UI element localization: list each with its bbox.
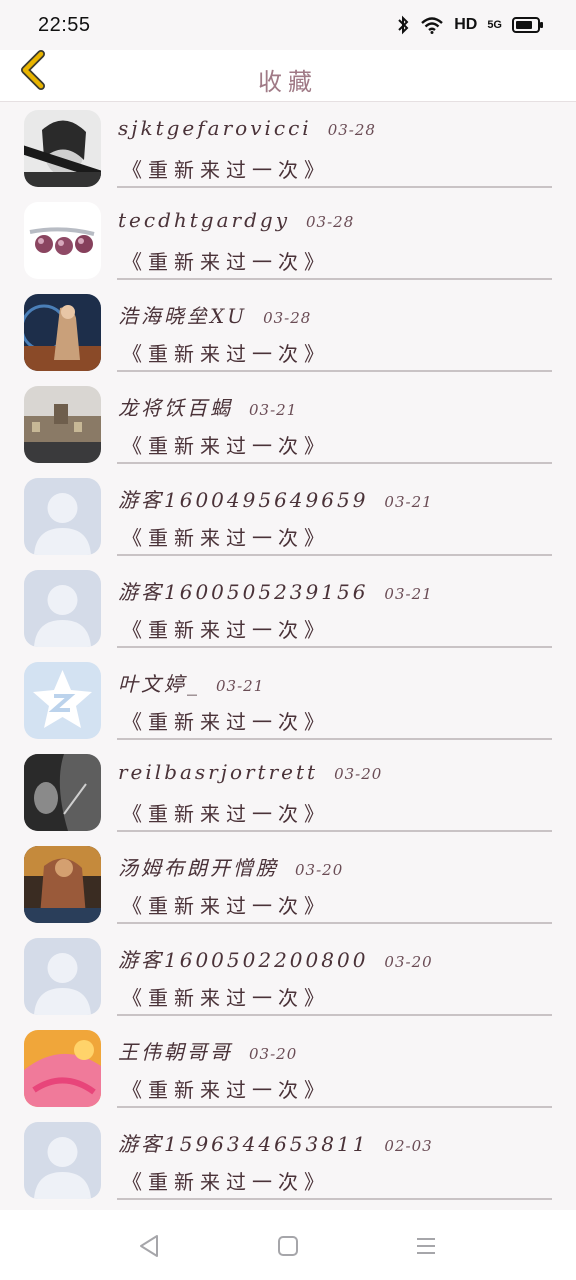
- item-username: 龙将饫百蝎: [118, 396, 233, 420]
- item-title: 《重新来过一次》: [122, 894, 330, 918]
- nav-menu-button[interactable]: [412, 1232, 440, 1260]
- nav-home-button[interactable]: [274, 1232, 302, 1260]
- item-title: 《重新来过一次》: [122, 618, 330, 642]
- divider: [117, 922, 552, 924]
- item-date: 03-21: [384, 493, 433, 511]
- qq-avatar: [24, 662, 101, 739]
- page-title: 收藏: [258, 68, 318, 96]
- default-avatar: [24, 570, 101, 647]
- list-item[interactable]: 游客1600495649659 03-21 《重新来过一次》: [0, 470, 576, 562]
- item-date: 03-21: [216, 677, 265, 695]
- item-date: 03-21: [384, 585, 433, 603]
- list-item[interactable]: 王伟朝哥哥 03-20 《重新来过一次》: [0, 1022, 576, 1114]
- menu-icon: [417, 1238, 435, 1254]
- favorites-list: sjktgefarovicci 03-28 《重新来过一次》 tecdhtgar…: [0, 102, 576, 1206]
- list-item[interactable]: sjktgefarovicci 03-28 《重新来过一次》: [0, 102, 576, 194]
- item-username: reilbasrjortrett: [118, 760, 319, 784]
- avatar: [24, 754, 101, 831]
- divider: [117, 278, 552, 280]
- item-username: 游客1596344653811: [118, 1132, 369, 1156]
- list-item[interactable]: 浩海晓垒XU 03-28 《重新来过一次》: [0, 286, 576, 378]
- triangle-back-icon: [140, 1235, 158, 1257]
- item-username: sjktgefarovicci: [118, 116, 312, 140]
- avatar: [24, 202, 101, 279]
- item-title: 《重新来过一次》: [122, 986, 330, 1010]
- status-bar: 22:55 HD 5G: [0, 0, 576, 50]
- divider: [117, 1106, 552, 1108]
- avatar: [24, 294, 101, 371]
- item-title: 《重新来过一次》: [122, 434, 330, 458]
- divider: [117, 646, 552, 648]
- network-type: HD: [454, 16, 478, 33]
- default-avatar: [24, 478, 101, 555]
- item-username: 游客1600505239156: [118, 580, 369, 604]
- header-bar: 收藏: [0, 50, 576, 102]
- item-title: 《重新来过一次》: [122, 802, 330, 826]
- divider: [117, 1198, 552, 1200]
- item-date: 03-20: [384, 953, 433, 971]
- divider: [117, 830, 552, 832]
- list-item[interactable]: reilbasrjortrett 03-20 《重新来过一次》: [0, 746, 576, 838]
- item-title: 《重新来过一次》: [122, 710, 330, 734]
- avatar: [24, 110, 101, 187]
- item-username: 汤姆布朗开憎膀: [118, 856, 279, 880]
- avatar: [24, 846, 101, 923]
- list-item[interactable]: 游客1600505239156 03-21 《重新来过一次》: [0, 562, 576, 654]
- item-title: 《重新来过一次》: [122, 158, 330, 182]
- item-username: 游客1600495649659: [118, 488, 369, 512]
- item-username: tecdhtgardgy: [118, 208, 290, 232]
- item-date: 02-03: [384, 1137, 433, 1155]
- item-date: 03-20: [295, 861, 344, 879]
- avatar: [24, 386, 101, 463]
- divider: [117, 738, 552, 740]
- item-date: 03-28: [327, 121, 376, 139]
- item-username: 叶文婷_: [118, 672, 200, 696]
- item-date: 03-21: [249, 401, 298, 419]
- item-title: 《重新来过一次》: [122, 1078, 330, 1102]
- divider: [117, 462, 552, 464]
- item-title: 《重新来过一次》: [122, 526, 330, 550]
- item-title: 《重新来过一次》: [122, 1170, 330, 1194]
- list-item[interactable]: tecdhtgardgy 03-28 《重新来过一次》: [0, 194, 576, 286]
- item-date: 03-20: [334, 765, 383, 783]
- item-username: 浩海晓垒XU: [118, 304, 248, 328]
- item-date: 03-20: [249, 1045, 298, 1063]
- status-icons: HD 5G: [396, 15, 543, 35]
- list-item[interactable]: 汤姆布朗开憎膀 03-20 《重新来过一次》: [0, 838, 576, 930]
- square-home-icon: [278, 1236, 298, 1256]
- system-nav-bar: [0, 1210, 576, 1280]
- default-avatar: [24, 1122, 101, 1199]
- list-item[interactable]: 游客1600502200800 03-20 《重新来过一次》: [0, 930, 576, 1022]
- item-date: 03-28: [306, 213, 355, 231]
- item-username: 王伟朝哥哥: [118, 1040, 233, 1064]
- item-date: 03-28: [263, 309, 312, 327]
- status-time: 22:55: [38, 13, 91, 36]
- list-item[interactable]: 叶文婷_ 03-21 《重新来过一次》: [0, 654, 576, 746]
- avatar: [24, 1030, 101, 1107]
- divider: [117, 1014, 552, 1016]
- item-title: 《重新来过一次》: [122, 342, 330, 366]
- divider: [117, 370, 552, 372]
- bluetooth-icon: [398, 15, 409, 35]
- list-item[interactable]: 游客1596344653811 02-03 《重新来过一次》: [0, 1114, 576, 1206]
- divider: [117, 186, 552, 188]
- divider: [117, 554, 552, 556]
- wifi-icon: [421, 17, 444, 34]
- default-avatar: [24, 938, 101, 1015]
- item-username: 游客1600502200800: [118, 948, 369, 972]
- battery-icon: [512, 17, 543, 33]
- item-title: 《重新来过一次》: [122, 250, 330, 274]
- list-item[interactable]: 龙将饫百蝎 03-21 《重新来过一次》: [0, 378, 576, 470]
- signal-icon: 5G: [487, 19, 502, 31]
- nav-back-button[interactable]: [136, 1232, 164, 1260]
